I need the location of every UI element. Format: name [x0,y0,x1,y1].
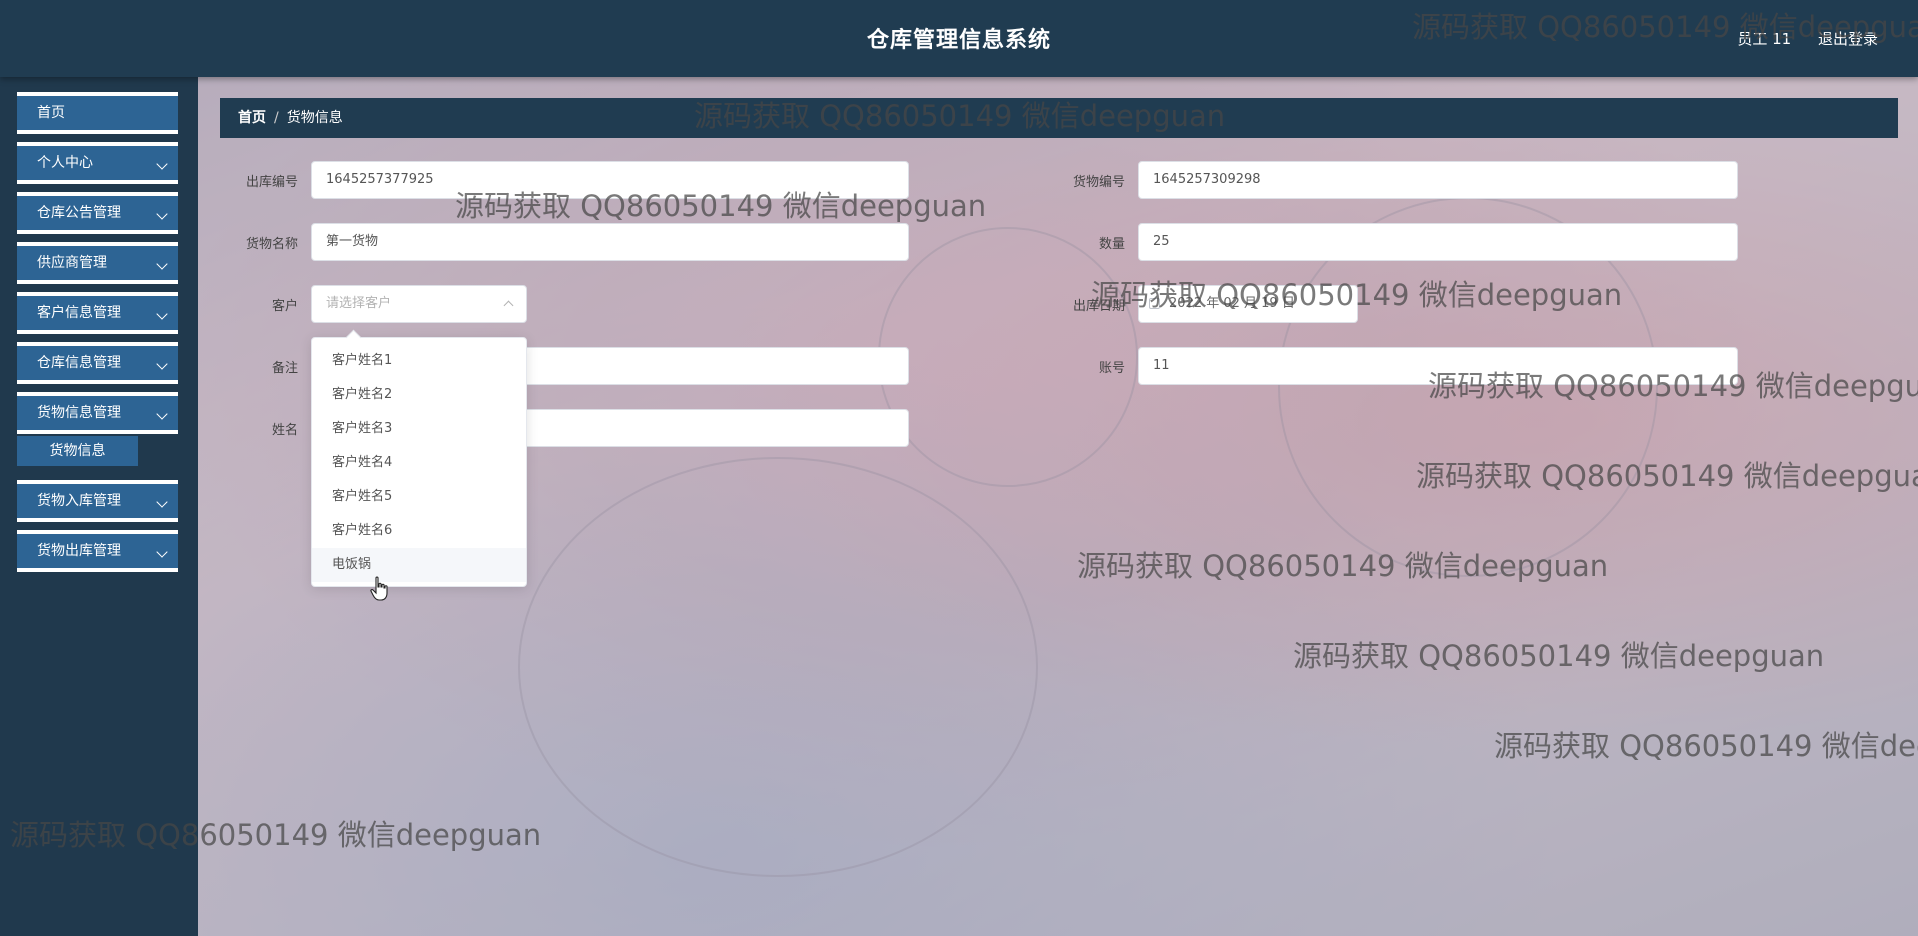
sidebar-item-home[interactable]: 首页 [17,92,178,134]
outbound-date-label: 出库日期 [1072,299,1125,314]
dropdown-option[interactable]: 客户姓名3 [312,412,526,446]
sidebar-item-warehouse[interactable]: 仓库信息管理 [17,342,178,384]
outbound-no-label: 出库编号 [245,175,298,190]
chevron-down-icon [156,158,168,170]
chevron-down-icon [156,358,168,370]
outbound-date-value: 2022 年 02 月 19 日 [1169,296,1295,311]
sidebar-item-label: 货物出库管理 [37,543,121,559]
customer-dropdown: 客户姓名1 客户姓名2 客户姓名3 客户姓名4 客户姓名5 客户姓名6 电饭锅 [311,337,527,587]
chevron-down-icon [156,308,168,320]
goods-no-input[interactable]: 1645257309298 [1138,161,1738,199]
user-area: 员工 11 退出登录 [1715,28,1878,49]
chevron-down-icon [156,408,168,420]
sidebar-item-inbound[interactable]: 货物入库管理 [17,480,178,522]
sidebar-item-label: 仓库公告管理 [37,205,121,221]
sidebar-item-label: 首页 [37,105,65,121]
customer-select-placeholder: 请选择客户 [326,296,392,311]
sidebar-item-goods[interactable]: 货物信息管理 [17,392,178,434]
sidebar-item-supplier[interactable]: 供应商管理 [17,242,178,284]
goods-name-label: 货物名称 [245,237,298,252]
current-user[interactable]: 员工 11 [1737,30,1791,48]
sidebar-subitem-goods-info[interactable]: 货物信息 [17,436,138,466]
dropdown-option[interactable]: 客户姓名6 [312,514,526,548]
breadcrumb-home[interactable]: 首页 [238,110,266,126]
customer-label: 客户 [271,299,298,314]
account-label: 账号 [1098,361,1125,376]
breadcrumb-separator: / [274,110,279,126]
dropdown-option[interactable]: 客户姓名4 [312,446,526,480]
quantity-input[interactable]: 25 [1138,223,1738,261]
chevron-down-icon [156,208,168,220]
name-label: 姓名 [271,423,298,438]
dropdown-option[interactable]: 客户姓名1 [312,344,526,378]
customer-select[interactable]: 请选择客户 [311,285,527,323]
app-title: 仓库管理信息系统 [866,28,1051,53]
dropdown-option[interactable]: 客户姓名5 [312,480,526,514]
calendar-icon [1149,298,1160,309]
dropdown-option[interactable]: 客户姓名2 [312,378,526,412]
sidebar-item-outbound[interactable]: 货物出库管理 [17,530,178,572]
chevron-down-icon [156,496,168,508]
sidebar-item-customer[interactable]: 客户信息管理 [17,292,178,334]
sidebar-item-label: 货物信息管理 [37,405,121,421]
account-input[interactable]: 11 [1138,347,1738,385]
outbound-no-input[interactable]: 1645257377925 [311,161,909,199]
sidebar-item-label: 货物入库管理 [37,493,121,509]
sidebar-item-notice[interactable]: 仓库公告管理 [17,192,178,234]
chevron-down-icon [156,546,168,558]
sidebar-item-label: 供应商管理 [37,255,107,271]
chevron-down-icon [156,258,168,270]
hand-cursor-icon [370,576,388,601]
goods-no-label: 货物编号 [1072,175,1125,190]
sidebar: 首页 个人中心 仓库公告管理 供应商管理 客户信息管理 仓库信息管理 货物信息管… [0,77,198,936]
sidebar-item-label: 客户信息管理 [37,305,121,321]
quantity-label: 数量 [1098,237,1125,252]
dropdown-option[interactable]: 电饭锅 [312,548,526,582]
outbound-date-input[interactable]: 2022 年 02 月 19 日 [1138,285,1358,323]
remark-label: 备注 [271,361,298,376]
sidebar-item-label: 仓库信息管理 [37,355,121,371]
breadcrumb-current: 货物信息 [286,110,343,126]
sidebar-item-label: 个人中心 [37,155,93,171]
logout-button[interactable]: 退出登录 [1818,30,1878,48]
app-header: 仓库管理信息系统 员工 11 退出登录 [0,0,1918,77]
breadcrumb: 首页 / 货物信息 [220,98,1898,138]
sidebar-item-personal-center[interactable]: 个人中心 [17,142,178,184]
chevron-up-icon [503,300,514,311]
goods-name-input[interactable]: 第一货物 [311,223,909,261]
